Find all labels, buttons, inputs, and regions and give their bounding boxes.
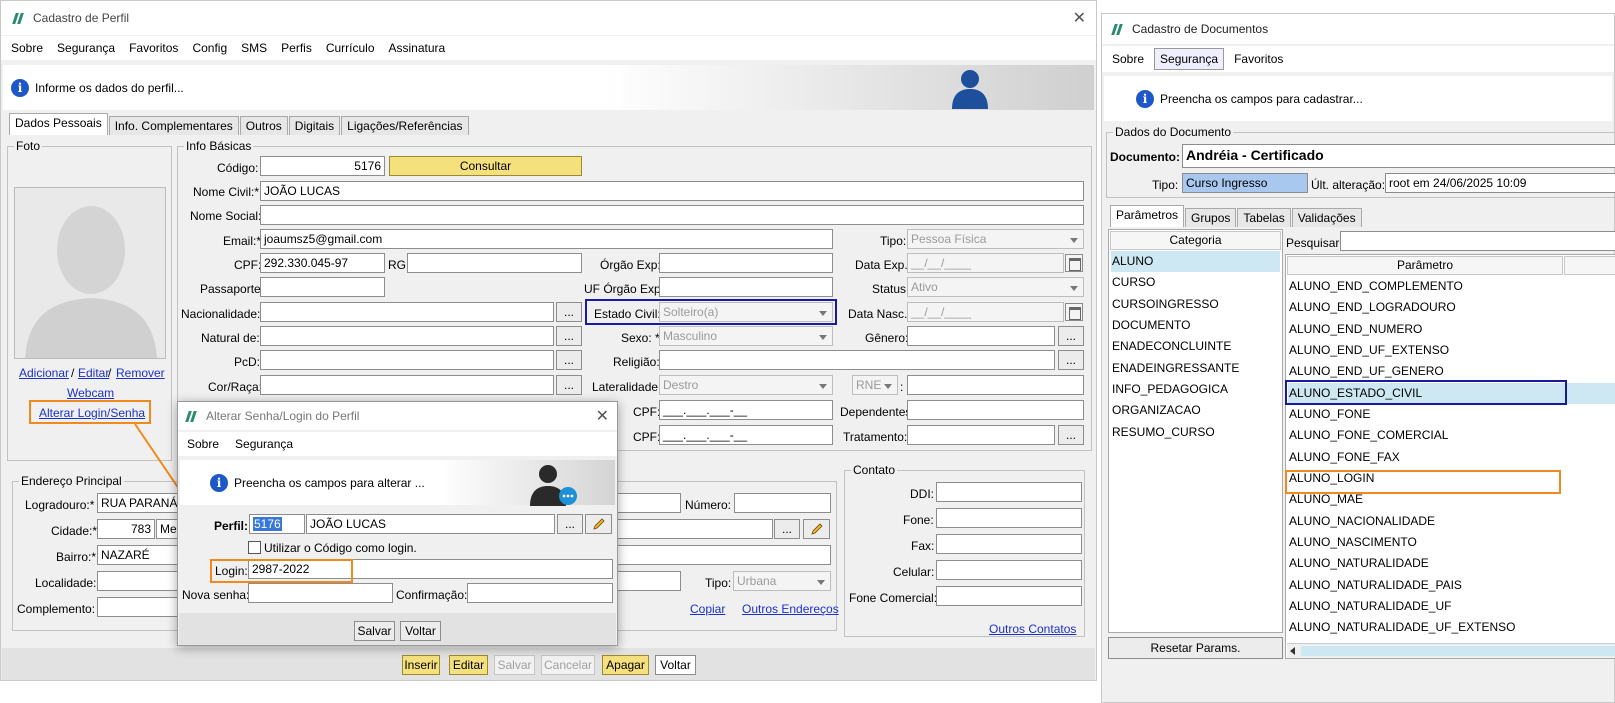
categoria-item[interactable]: INFO_PEDAGOGICA	[1111, 379, 1280, 400]
parametro-item[interactable]: ALUNO_NASCIMENTO	[1288, 532, 1615, 553]
categoria-item[interactable]: CURSO	[1111, 272, 1280, 293]
doc-infobar: i Preencha os campos para cadastrar...	[1104, 76, 1612, 121]
doc-window-title: Cadastro de Documentos	[1132, 22, 1269, 36]
tab-validacoes[interactable]: Validações	[1291, 208, 1362, 227]
categoria-item[interactable]: ALUNO	[1111, 251, 1280, 272]
pesquisar-label: Pesquisar:	[1286, 236, 1343, 250]
parametro-item[interactable]: ALUNO_END_UF_GENERO	[1288, 361, 1615, 382]
info-icon: i	[210, 473, 228, 492]
categoria-item[interactable]: ENADEINGRESSANTE	[1111, 358, 1280, 379]
scroll-left-icon[interactable]	[1290, 647, 1295, 655]
parametro-header: Parâmetro	[1287, 256, 1563, 275]
dialog-title: Alterar Senha/Login do Perfil	[206, 409, 360, 423]
categoria-item[interactable]: RESUMO_CURSO	[1111, 422, 1280, 443]
pesquisar-field[interactable]	[1340, 231, 1615, 251]
dialog-menu-seguranca[interactable]: Segurança	[235, 437, 293, 451]
perfil-name-field[interactable]: JOÃO LUCAS	[306, 514, 555, 534]
categoria-item[interactable]: DOCUMENTO	[1111, 315, 1280, 336]
parametro-item[interactable]: ALUNO_END_UF_EXTENSO	[1288, 340, 1615, 361]
perfil-code-selected: 5176	[253, 517, 282, 531]
login-param-highlight	[1285, 470, 1561, 494]
scroll-thumb[interactable]	[1301, 646, 1615, 656]
resetar-params-button[interactable]: Resetar Params.	[1108, 637, 1283, 659]
perfil-edit-button[interactable]	[585, 514, 612, 534]
parametro-item[interactable]: ALUNO_NATURALIDADE	[1288, 553, 1615, 574]
tab-tabelas[interactable]: Tabelas	[1237, 208, 1291, 227]
perfil-lookup-button[interactable]: ...	[557, 514, 583, 534]
horizontal-scrollbar[interactable]	[1287, 643, 1615, 658]
parametro-list: Parâmetro ALUNO_END_COMPLEMENTO ALUNO_EN…	[1285, 254, 1615, 659]
parametro-item[interactable]: ALUNO_NATURALIDADE_UF_EXTENSO	[1288, 617, 1615, 638]
parametro-item[interactable]: ALUNO_END_NUMERO	[1288, 319, 1615, 340]
parametro-item[interactable]: ALUNO_END_LOGRADOURO	[1288, 297, 1615, 318]
categoria-item[interactable]: CURSOINGRESSO	[1111, 294, 1280, 315]
documento-field[interactable]: Andréia - Certificado	[1182, 144, 1615, 168]
use-code-checkbox[interactable]	[248, 541, 261, 554]
documentos-window: Cadastro de Documentos Sobre Segurança F…	[1101, 13, 1615, 703]
tab-parametros[interactable]: Parâmetros	[1110, 205, 1185, 227]
login-highlight	[210, 559, 353, 583]
doc-menubar: Sobre Segurança Favoritos	[1102, 46, 1614, 72]
parametro-item[interactable]: ALUNO_END_COMPLEMENTO	[1288, 276, 1615, 297]
parametro-item[interactable]: ALUNO_FONE_COMERCIAL	[1288, 425, 1615, 446]
categoria-item[interactable]: ENADECONCLUINTE	[1111, 336, 1280, 357]
dialog-menubar: Sobre Segurança	[178, 432, 617, 456]
app-logo-icon	[1112, 23, 1124, 35]
dialog-menu-sobre[interactable]: Sobre	[187, 437, 219, 451]
parametro-item[interactable]: ALUNO_FONE	[1288, 404, 1615, 425]
dialog-infobar: i Preencha os campos para alterar ...	[180, 460, 615, 506]
doc-menu-seguranca[interactable]: Segurança	[1154, 48, 1225, 70]
doc-info-text: Preencha os campos para cadastrar...	[1160, 91, 1363, 106]
dialog-voltar-button[interactable]: Voltar	[400, 621, 441, 641]
estado-civil-param-highlight	[1285, 380, 1567, 405]
perfil-code-field[interactable]: 5176	[249, 514, 305, 534]
doc-tipo-field[interactable]: Curso Ingresso	[1182, 173, 1308, 193]
doc-tipo-label: Tipo:	[1152, 178, 1179, 192]
dados-documento-legend: Dados do Documento	[1113, 125, 1234, 139]
categoria-list: Categoria ALUNO CURSO CURSOINGRESSO DOCU…	[1108, 229, 1283, 633]
info-icon: i	[1136, 89, 1154, 108]
doc-titlebar: Cadastro de Documentos	[1102, 14, 1614, 44]
categoria-item[interactable]: ORGANIZACAO	[1111, 400, 1280, 421]
parametro-item[interactable]: ALUNO_NACIONALIDADE	[1288, 511, 1615, 532]
app-logo-icon	[186, 410, 198, 422]
parametro-item[interactable]: ALUNO_NATURALIDADE_PAIS	[1288, 575, 1615, 596]
pencil-icon	[592, 518, 605, 530]
confirmacao-label: Confirmação:	[396, 588, 468, 602]
parametro-header-2	[1564, 256, 1615, 275]
alterar-senha-dialog: Alterar Senha/Login do Perfil ✕ Sobre Se…	[177, 401, 618, 646]
nova-senha-label: Nova senha:	[182, 588, 250, 602]
dialog-info-text: Preencha os campos para alterar ...	[234, 475, 425, 490]
tab-grupos[interactable]: Grupos	[1185, 208, 1237, 227]
dialog-titlebar: Alterar Senha/Login do Perfil ✕	[178, 402, 617, 430]
dialog-salvar-button[interactable]: Salvar	[354, 621, 395, 641]
perfil-label: Perfil:	[214, 519, 249, 533]
close-icon[interactable]: ✕	[596, 406, 609, 426]
doc-menu-favoritos[interactable]: Favoritos	[1234, 52, 1283, 66]
confirmacao-field[interactable]	[467, 583, 613, 603]
parametro-item[interactable]: ALUNO_NATURALIDADE_UF	[1288, 596, 1615, 617]
doc-menu-sobre[interactable]: Sobre	[1112, 52, 1144, 66]
doc-tabs: Parâmetros Grupos Tabelas Validações	[1110, 205, 1363, 227]
ult-alt-label: Últ. alteração:	[1311, 178, 1386, 192]
use-code-label: Utilizar o Código como login.	[264, 541, 417, 555]
user-key-icon	[530, 465, 577, 506]
documento-label: Documento:	[1110, 150, 1180, 164]
categoria-header: Categoria	[1110, 231, 1281, 250]
ult-alt-field: root em 24/06/2025 10:09	[1385, 173, 1615, 193]
nova-senha-field[interactable]	[248, 583, 393, 603]
parametro-item[interactable]: ALUNO_FONE_FAX	[1288, 447, 1615, 468]
dialog-action-bar	[179, 613, 616, 645]
